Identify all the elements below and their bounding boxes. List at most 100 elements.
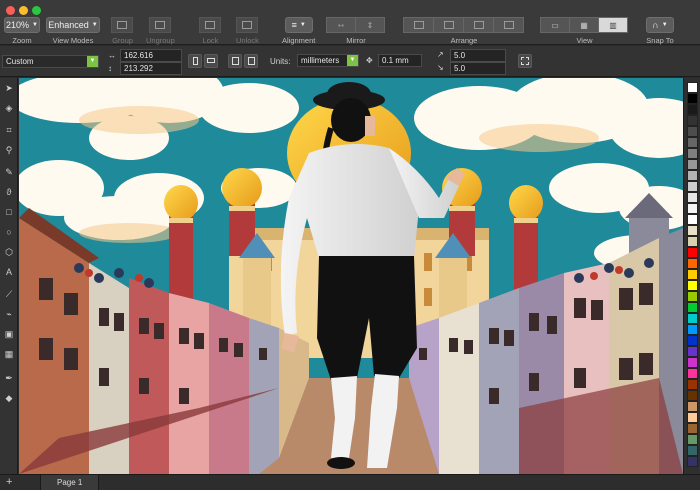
ungroup-label: Ungroup <box>146 36 175 45</box>
color-swatch[interactable] <box>687 82 698 93</box>
duplicate-x-field[interactable]: 5.0 <box>450 49 506 62</box>
color-swatch[interactable] <box>687 93 698 104</box>
color-swatch[interactable] <box>687 104 698 115</box>
ellipse-tool-icon[interactable]: ○ <box>3 226 15 238</box>
nudge-distance-field[interactable]: 0.1 mm <box>378 54 422 67</box>
polygon-tool-icon[interactable]: ⬡ <box>3 246 15 258</box>
view-normal-button[interactable]: ▭ <box>540 17 570 33</box>
color-swatch[interactable] <box>687 390 698 401</box>
color-swatch[interactable] <box>687 291 698 302</box>
lock-button[interactable] <box>199 17 221 33</box>
color-swatch[interactable] <box>687 214 698 225</box>
view-docker-button[interactable]: ▥ <box>598 17 628 33</box>
portrait-icon <box>192 57 198 65</box>
color-swatch[interactable] <box>687 159 698 170</box>
color-swatch[interactable] <box>687 357 698 368</box>
page-preset-dropdown[interactable]: Custom ▼ <box>2 55 99 68</box>
color-swatch[interactable] <box>687 192 698 203</box>
group-button[interactable] <box>111 17 133 33</box>
color-swatch[interactable] <box>687 423 698 434</box>
ungroup-button[interactable] <box>148 17 171 33</box>
y-position-field[interactable]: 213.292 <box>120 62 182 75</box>
color-swatch[interactable] <box>687 258 698 269</box>
color-swatch[interactable] <box>687 280 698 291</box>
drop-shadow-tool-icon[interactable]: ▣ <box>3 328 15 340</box>
transparency-tool-icon[interactable]: ▦ <box>3 348 15 360</box>
color-swatch[interactable] <box>687 313 698 324</box>
zoom-value: 210% <box>6 20 30 30</box>
color-swatch[interactable] <box>687 324 698 335</box>
units-label: Units: <box>270 57 291 66</box>
shape-tool-icon[interactable]: ◈ <box>3 102 15 114</box>
color-swatch[interactable] <box>687 181 698 192</box>
color-swatch[interactable] <box>687 445 698 456</box>
color-swatch[interactable] <box>687 137 698 148</box>
crop-tool-icon[interactable]: ⌗ <box>3 124 15 136</box>
alignment-dropdown[interactable]: ≡ ▼ <box>284 17 313 33</box>
view-modes-dropdown[interactable]: Enhanced ▼ <box>46 17 100 33</box>
close-window-button[interactable] <box>6 6 15 15</box>
duplicate-x-icon: ↗ <box>437 50 444 59</box>
portrait-button[interactable] <box>188 54 202 68</box>
color-swatch[interactable] <box>687 379 698 390</box>
treat-as-filled-button[interactable] <box>518 54 532 68</box>
corner-icon <box>521 57 529 65</box>
freehand-tool-icon[interactable]: ✎ <box>3 166 15 178</box>
view-grid-button[interactable]: ▦ <box>569 17 599 33</box>
color-swatch[interactable] <box>687 434 698 445</box>
color-swatch[interactable] <box>687 225 698 236</box>
pick-tool-icon[interactable]: ➤ <box>3 82 15 94</box>
interactive-fill-tool-icon[interactable]: ◆ <box>3 392 15 404</box>
back-one-button[interactable] <box>463 17 494 33</box>
landscape-icon <box>207 58 215 63</box>
color-swatch[interactable] <box>687 170 698 181</box>
mirror-label: Mirror <box>346 36 366 45</box>
eyedropper-tool-icon[interactable]: ✒ <box>3 372 15 384</box>
parallel-dimension-tool-icon[interactable]: ⟋ <box>3 288 15 300</box>
color-swatch[interactable] <box>687 247 698 258</box>
color-swatch[interactable] <box>687 269 698 280</box>
group-icon <box>117 21 127 29</box>
zoom-dropdown[interactable]: 210% ▼ <box>4 17 40 33</box>
y-position-value: 213.292 <box>124 64 153 73</box>
page-tab[interactable]: Page 1 <box>40 475 100 490</box>
color-swatch[interactable] <box>687 335 698 346</box>
zoom-window-button[interactable] <box>32 6 41 15</box>
lock-icon <box>205 21 215 29</box>
to-back-button[interactable] <box>493 17 524 33</box>
color-swatch[interactable] <box>687 148 698 159</box>
units-dropdown[interactable]: millimeters ▼ <box>297 54 359 67</box>
mirror-horizontal-button[interactable]: ⇿ <box>326 17 356 33</box>
minimize-window-button[interactable] <box>19 6 28 15</box>
to-front-button[interactable] <box>403 17 434 33</box>
add-page-button[interactable]: + <box>6 475 12 489</box>
current-page-button[interactable] <box>244 54 258 68</box>
rectangle-tool-icon[interactable]: □ <box>3 206 15 218</box>
x-position-field[interactable]: 162.616 <box>120 49 182 62</box>
color-swatch[interactable] <box>687 401 698 412</box>
artistic-media-tool-icon[interactable]: ϑ <box>3 186 15 198</box>
chevron-down-icon: ▼ <box>347 55 358 66</box>
forward-one-button[interactable] <box>433 17 464 33</box>
view-modes-group: Enhanced ▼ View Modes <box>46 17 100 45</box>
color-swatch[interactable] <box>687 412 698 423</box>
color-swatch[interactable] <box>687 236 698 247</box>
color-swatch[interactable] <box>687 302 698 313</box>
duplicate-y-field[interactable]: 5.0 <box>450 62 506 75</box>
color-swatch[interactable] <box>687 126 698 137</box>
color-swatch[interactable] <box>687 346 698 357</box>
color-swatch[interactable] <box>687 115 698 126</box>
drawing-canvas[interactable] <box>19 78 683 474</box>
mirror-vertical-button[interactable]: ⇕ <box>355 17 385 33</box>
text-tool-icon[interactable]: A <box>3 266 15 278</box>
color-swatch[interactable] <box>687 368 698 379</box>
landscape-button[interactable] <box>204 54 218 68</box>
color-swatch[interactable] <box>687 203 698 214</box>
snap-to-dropdown[interactable]: ∩ ▼ <box>646 17 674 33</box>
all-pages-button[interactable] <box>228 54 242 68</box>
color-swatch[interactable] <box>687 456 698 467</box>
page-tab-label: Page 1 <box>57 478 83 487</box>
zoom-tool-icon[interactable]: ⚲ <box>3 144 15 156</box>
connector-tool-icon[interactable]: ⌁ <box>3 308 15 320</box>
unlock-button[interactable] <box>235 17 258 33</box>
